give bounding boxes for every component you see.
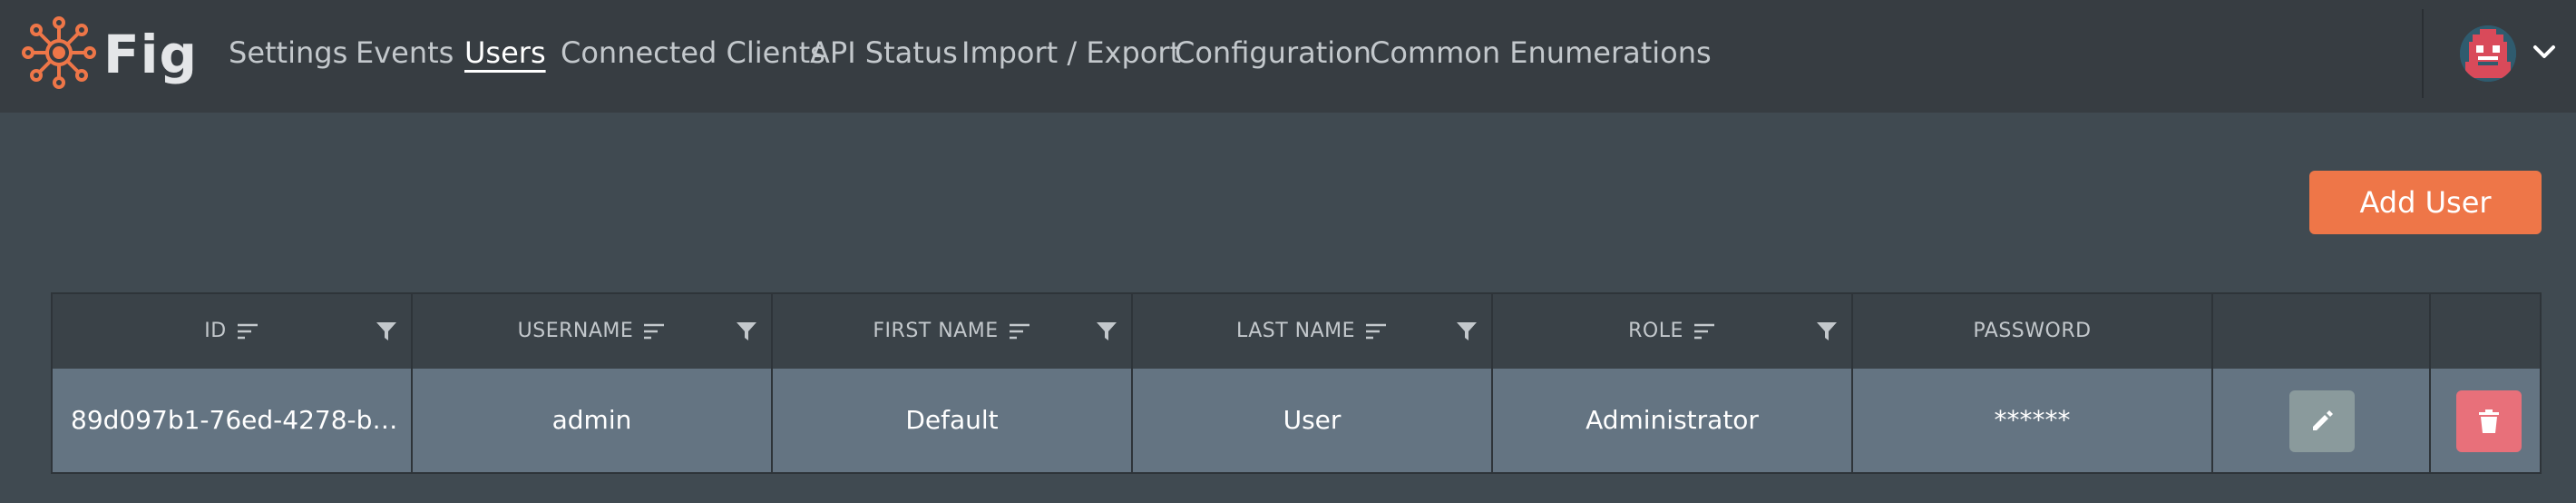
column-header-username[interactable]: USERNAME (413, 294, 773, 369)
pixel-avatar-icon (2460, 25, 2516, 82)
column-header-label: LAST NAME (1235, 320, 1356, 342)
cell-delete (2431, 369, 2540, 472)
nav-settings[interactable]: Settings (229, 31, 347, 74)
role-text: Administrator (1586, 405, 1759, 435)
add-user-button[interactable]: Add User (2309, 171, 2542, 234)
nav-connected-clients[interactable]: Connected Clients (561, 31, 825, 74)
sort-icon[interactable] (1693, 322, 1716, 340)
column-header-last-name[interactable]: LAST NAME (1133, 294, 1493, 369)
nav-import-export[interactable]: Import / Export (961, 31, 1181, 74)
column-header-id[interactable]: ID (53, 294, 413, 369)
filter-icon[interactable] (375, 320, 398, 343)
app-brand[interactable]: Fig (103, 18, 198, 91)
trash-icon (2479, 409, 2499, 433)
username-text: admin (551, 405, 632, 435)
cell-first-name[interactable]: Default (773, 369, 1133, 472)
column-header-label: FIRST NAME (873, 320, 999, 342)
top-navbar: Fig Settings Events Users Connected Clie… (0, 0, 2576, 113)
cell-password[interactable]: ****** (1853, 369, 2213, 472)
cell-username[interactable]: admin (413, 369, 773, 472)
column-header-label: ID (204, 320, 227, 342)
nav-api-status[interactable]: API Status (810, 31, 958, 74)
sort-icon[interactable] (1008, 322, 1031, 340)
nav-events[interactable]: Events (356, 31, 454, 74)
nav-divider (2422, 9, 2424, 98)
filter-icon[interactable] (1455, 320, 1478, 343)
nav-common-enumerations[interactable]: Common Enumerations (1370, 31, 1712, 74)
column-header-first-name[interactable]: FIRST NAME (773, 294, 1133, 369)
cell-edit (2213, 369, 2431, 472)
column-header-label: PASSWORD (1973, 320, 2092, 342)
sort-icon[interactable] (1364, 322, 1388, 340)
sort-icon[interactable] (642, 322, 666, 340)
first-name-text: Default (905, 405, 999, 435)
column-header-password: PASSWORD (1853, 294, 2213, 369)
last-name-text: User (1283, 405, 1342, 435)
column-header-label: USERNAME (517, 320, 634, 342)
column-header-role[interactable]: ROLE (1493, 294, 1853, 369)
users-table: ID USERNAME FIRST NAME LAST NAME ROLE PA… (51, 292, 2542, 474)
pencil-icon (2313, 410, 2333, 430)
user-id-text: 89d097b1-76ed-4278-b9dd-… (71, 405, 411, 435)
fig-logo-icon[interactable] (20, 15, 98, 90)
filter-icon[interactable] (735, 320, 758, 343)
chevron-down-icon[interactable] (2531, 38, 2558, 65)
table-row[interactable]: 89d097b1-76ed-4278-b9dd-… admin Default … (53, 369, 2540, 472)
cell-last-name[interactable]: User (1133, 369, 1493, 472)
cell-role[interactable]: Administrator (1493, 369, 1853, 472)
sort-icon[interactable] (236, 322, 259, 340)
nav-users[interactable]: Users (464, 31, 546, 74)
table-header-row: ID USERNAME FIRST NAME LAST NAME ROLE PA… (53, 294, 2540, 369)
column-header-delete (2431, 294, 2540, 369)
nav-configuration[interactable]: Configuration (1175, 31, 1371, 74)
user-avatar[interactable] (2460, 25, 2516, 82)
edit-user-button[interactable] (2289, 390, 2355, 452)
filter-icon[interactable] (1815, 320, 1839, 343)
delete-user-button[interactable] (2456, 390, 2522, 452)
password-text: ****** (1994, 405, 2071, 435)
cell-id[interactable]: 89d097b1-76ed-4278-b9dd-… (53, 369, 413, 472)
column-header-label: ROLE (1628, 320, 1683, 342)
filter-icon[interactable] (1095, 320, 1118, 343)
column-header-edit (2213, 294, 2431, 369)
